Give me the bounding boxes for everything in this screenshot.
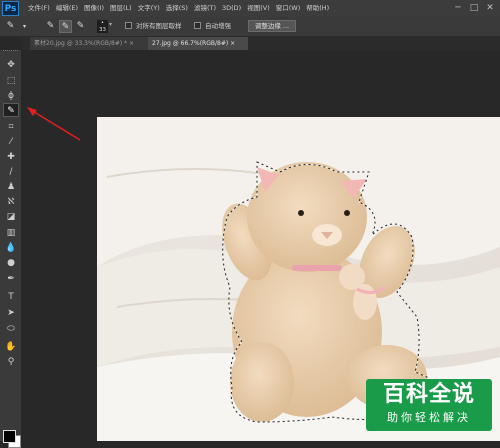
healing-brush-tool[interactable]: ✚ bbox=[3, 150, 19, 164]
new-selection-icon[interactable]: ✎ bbox=[44, 20, 57, 33]
menu-bar: Ps 文件(F) 编辑(E) 图像(I) 图层(L) 文字(Y) 选择(S) 滤… bbox=[0, 0, 500, 18]
tab-label: 27.jpg @ 66.7%(RGB/8#) bbox=[152, 40, 229, 47]
tab-material20[interactable]: 素材20.jpg @ 33.3%(RGB/8#) * × bbox=[30, 37, 148, 50]
pen-tool[interactable]: ✒ bbox=[3, 272, 19, 286]
marquee-tool[interactable]: ⬚ bbox=[3, 74, 19, 88]
refine-edge-button[interactable]: 调整边缘 ... bbox=[248, 20, 296, 32]
brush-size-value: 33 bbox=[99, 27, 106, 33]
menu-edit[interactable]: 编辑(E) bbox=[56, 0, 78, 17]
dodge-tool[interactable]: ● bbox=[3, 256, 19, 270]
watermark-title: 百科全说 bbox=[382, 382, 475, 407]
menu-window[interactable]: 窗口(W) bbox=[276, 0, 301, 17]
history-brush-icon: ℵ bbox=[7, 197, 15, 207]
blur-icon: 💧 bbox=[5, 243, 17, 253]
lasso-tool[interactable]: ϕ bbox=[3, 89, 19, 103]
menu-select[interactable]: 选择(S) bbox=[166, 0, 188, 17]
path-selection-tool[interactable]: ➤ bbox=[3, 306, 19, 320]
move-icon: ✥ bbox=[7, 60, 15, 70]
tab-close-icon[interactable]: × bbox=[230, 40, 235, 47]
type-tool[interactable]: T bbox=[3, 290, 19, 304]
zoom-icon: ⚲ bbox=[7, 357, 15, 367]
gradient-tool[interactable]: ▥ bbox=[3, 226, 19, 240]
shape-tool[interactable]: ⬭ bbox=[3, 322, 19, 336]
brush-icon: ∕ bbox=[9, 167, 13, 177]
path-selection-icon: ➤ bbox=[7, 308, 15, 318]
menu-3d[interactable]: 3D(D) bbox=[222, 0, 241, 17]
watermark-badge: 百科全说 助你轻松解决 bbox=[366, 379, 492, 431]
maximize-icon[interactable]: □ bbox=[466, 0, 482, 17]
chevron-down-icon[interactable]: ▾ bbox=[18, 20, 31, 33]
photoshop-logo: Ps bbox=[2, 1, 19, 16]
history-brush-tool[interactable]: ℵ bbox=[3, 195, 19, 209]
blur-tool[interactable]: 💧 bbox=[3, 241, 19, 255]
brush-tool[interactable]: ∕ bbox=[3, 165, 19, 179]
watermark-subtitle: 助你轻松解决 bbox=[387, 411, 471, 424]
quick-selection-preset-icon[interactable]: ✎ bbox=[4, 20, 17, 33]
menu-type[interactable]: 文字(Y) bbox=[138, 0, 160, 17]
gradient-icon: ▥ bbox=[6, 228, 16, 238]
panel-grip[interactable] bbox=[3, 50, 18, 54]
menu-image[interactable]: 图像(I) bbox=[84, 0, 104, 17]
brush-size-picker[interactable]: • 33 bbox=[97, 20, 108, 33]
tab-close-icon[interactable]: × bbox=[129, 40, 134, 47]
pen-icon: ✒ bbox=[7, 274, 15, 284]
document-tab-bar: 素材20.jpg @ 33.3%(RGB/8#) * × 27.jpg @ 66… bbox=[22, 37, 500, 50]
clone-stamp-tool[interactable]: ♟ bbox=[3, 180, 19, 194]
foreground-color-swatch[interactable] bbox=[3, 430, 16, 443]
tab-27-jpg[interactable]: 27.jpg @ 66.7%(RGB/8#) × bbox=[148, 37, 248, 50]
eraser-tool[interactable]: ◪ bbox=[3, 210, 19, 224]
eyedropper-tool[interactable]: ⁄ bbox=[3, 135, 19, 149]
zoom-tool[interactable]: ⚲ bbox=[3, 355, 19, 369]
subtract-from-selection-icon[interactable]: ✎ bbox=[74, 20, 87, 33]
menu-layer[interactable]: 图层(L) bbox=[110, 0, 132, 17]
sample-all-layers-checkbox[interactable] bbox=[125, 22, 132, 29]
quick-selection-tool[interactable]: ✎ bbox=[3, 103, 19, 117]
brush-dot-icon: • bbox=[101, 20, 104, 26]
add-to-selection-icon[interactable]: ✎ bbox=[59, 20, 72, 33]
crop-icon: ⌗ bbox=[8, 122, 14, 132]
tools-panel: ✥ ⬚ ϕ ✎ ⌗ ⁄ ✚ ∕ ♟ ℵ ◪ ▥ 💧 ● ✒ T ➤ ⬭ ✋ ⚲ bbox=[0, 50, 22, 448]
marquee-icon: ⬚ bbox=[6, 76, 16, 86]
hand-icon: ✋ bbox=[5, 342, 17, 352]
move-tool[interactable]: ✥ bbox=[3, 58, 19, 72]
auto-enhance-checkbox[interactable] bbox=[194, 22, 201, 29]
menu-file[interactable]: 文件(F) bbox=[28, 0, 50, 17]
menu-view[interactable]: 视图(V) bbox=[247, 0, 270, 17]
stamp-icon: ♟ bbox=[6, 182, 16, 192]
dodge-icon: ● bbox=[7, 258, 15, 268]
lasso-icon: ϕ bbox=[8, 91, 14, 101]
shape-icon: ⬭ bbox=[7, 324, 15, 334]
eyedropper-icon: ⁄ bbox=[10, 137, 12, 147]
eraser-icon: ◪ bbox=[6, 212, 16, 222]
crop-tool[interactable]: ⌗ bbox=[3, 120, 19, 134]
healing-icon: ✚ bbox=[7, 152, 15, 162]
close-icon[interactable]: ✕ bbox=[482, 0, 498, 17]
quick-selection-icon: ✎ bbox=[7, 106, 15, 116]
hand-tool[interactable]: ✋ bbox=[3, 340, 19, 354]
menu-list: 文件(F) 编辑(E) 图像(I) 图层(L) 文字(Y) 选择(S) 滤镜(T… bbox=[28, 0, 335, 17]
tab-label: 素材20.jpg @ 33.3%(RGB/8#) * bbox=[34, 40, 128, 47]
brush-dropdown-icon[interactable]: ▾ bbox=[109, 21, 112, 28]
menu-help[interactable]: 帮助(H) bbox=[306, 0, 329, 17]
minimize-icon[interactable]: ─ bbox=[450, 0, 466, 17]
menu-filter[interactable]: 滤镜(T) bbox=[194, 0, 216, 17]
type-icon: T bbox=[8, 292, 14, 302]
